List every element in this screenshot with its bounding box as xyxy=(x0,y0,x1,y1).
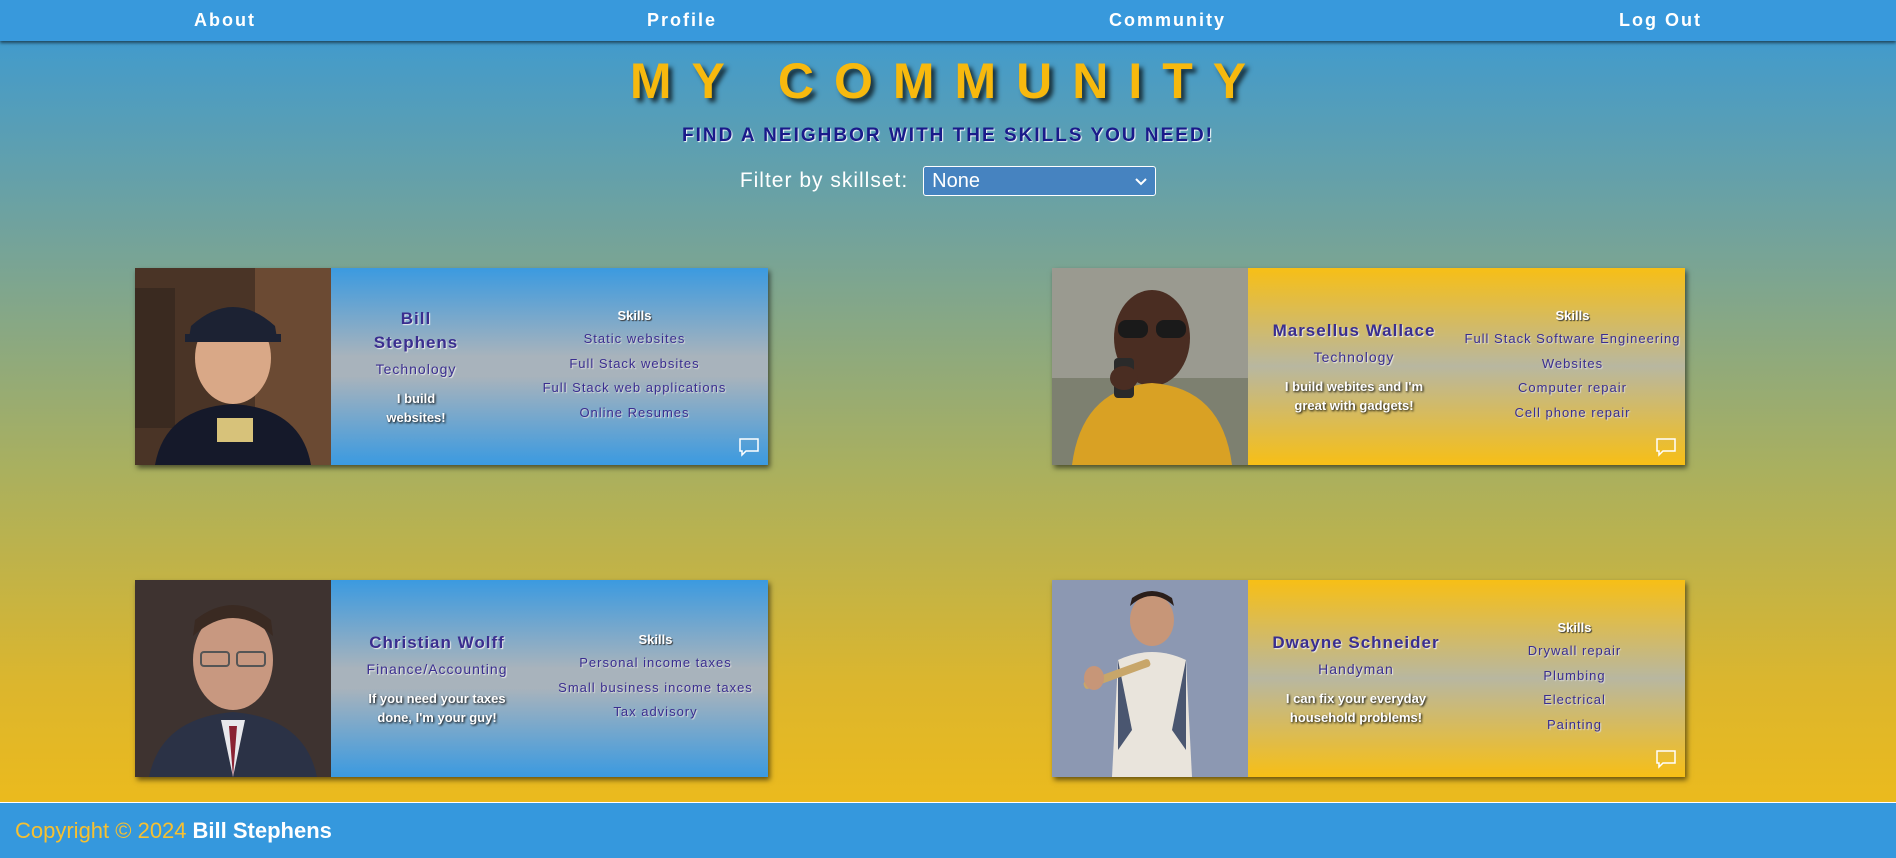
member-name: Marsellus Wallace xyxy=(1272,320,1436,340)
member-photo xyxy=(1052,268,1248,465)
nav-profile[interactable]: Profile xyxy=(647,10,717,31)
member-name: Bill Stephens xyxy=(373,308,459,352)
skill-item: Cell phone repair xyxy=(1514,404,1631,420)
top-nav: About Profile Community Log Out xyxy=(0,0,1896,41)
member-field: Technology xyxy=(1313,348,1395,365)
member-name: Dwayne Schneider xyxy=(1272,632,1440,652)
skills-title: Skills xyxy=(1555,308,1590,323)
footer-copyright: Copyright © 2024 xyxy=(15,817,187,843)
skill-item: Painting xyxy=(1547,716,1602,732)
footer: Copyright © 2024 Bill Stephens xyxy=(0,802,1896,858)
member-card-christian-wolff: Christian Wolff Finance/Accounting If yo… xyxy=(135,580,768,777)
member-skills: Skills Drywall repair Plumbing Electrica… xyxy=(1464,580,1685,777)
member-card-dwayne-schneider: Dwayne Schneider Handyman I can fix your… xyxy=(1052,580,1685,777)
skill-item: Electrical xyxy=(1543,692,1606,707)
nav-log-out[interactable]: Log Out xyxy=(1619,10,1702,31)
skill-item: Websites xyxy=(1541,355,1604,371)
skill-item: Plumbing xyxy=(1543,667,1606,683)
member-info: Bill Stephens Technology I build website… xyxy=(331,268,501,465)
member-field: Technology xyxy=(375,360,457,377)
member-skills: Skills Static websites Full Stack websit… xyxy=(501,268,768,465)
member-info: Christian Wolff Finance/Accounting If yo… xyxy=(331,580,543,777)
chat-icon[interactable] xyxy=(739,437,759,457)
member-info: Dwayne Schneider Handyman I can fix your… xyxy=(1248,580,1464,777)
skill-item: Full Stack web applications xyxy=(542,380,727,395)
member-skills: Skills Personal income taxes Small busin… xyxy=(543,580,768,777)
nav-community[interactable]: Community xyxy=(1109,10,1226,31)
member-card-marsellus-wallace: Marsellus Wallace Technology I build web… xyxy=(1052,268,1685,465)
skill-item: Computer repair xyxy=(1518,380,1627,395)
skill-item: Tax advisory xyxy=(613,704,698,720)
skill-item: Full Stack websites xyxy=(569,355,700,371)
skillset-filter-select[interactable]: None xyxy=(923,166,1157,196)
skill-item: Drywall repair xyxy=(1527,643,1622,658)
member-info: Marsellus Wallace Technology I build web… xyxy=(1248,268,1460,465)
skill-item: Online Resumes xyxy=(579,404,690,420)
member-photo xyxy=(1052,580,1248,777)
chevron-down-icon xyxy=(1135,173,1147,189)
member-photo xyxy=(135,268,331,465)
chat-icon[interactable] xyxy=(1656,749,1676,769)
member-bio: I build websites! xyxy=(386,390,446,425)
filter-row: Filter by skillset: None xyxy=(0,166,1896,196)
skill-item: Static websites xyxy=(583,331,686,346)
filter-label: Filter by skillset: xyxy=(739,169,909,192)
chat-icon[interactable] xyxy=(1656,437,1676,457)
member-skills: Skills Full Stack Software Engineering W… xyxy=(1460,268,1685,465)
member-field: Handyman xyxy=(1318,660,1394,677)
nav-about[interactable]: About xyxy=(194,10,256,31)
skillset-filter-value: None xyxy=(932,169,980,192)
skill-item: Personal income taxes xyxy=(579,655,732,671)
skill-item: Small business income taxes xyxy=(558,679,753,695)
skill-item: Full Stack Software Engineering xyxy=(1464,331,1681,346)
member-card-bill-stephens: Bill Stephens Technology I build website… xyxy=(135,268,768,465)
page-title: MY COMMUNITY xyxy=(629,53,1267,109)
member-bio: I can fix your everyday household proble… xyxy=(1285,690,1427,725)
member-field: Finance/Accounting xyxy=(366,660,508,677)
skills-title: Skills xyxy=(638,632,673,648)
skills-title: Skills xyxy=(1557,620,1592,635)
member-bio: If you need your taxes done, I'm your gu… xyxy=(368,690,506,725)
member-bio: I build webites and I'm great with gadge… xyxy=(1284,378,1424,413)
skills-title: Skills xyxy=(617,308,652,323)
member-name: Christian Wolff xyxy=(369,632,505,652)
member-photo xyxy=(135,580,331,777)
page-subtitle: FIND A NEIGHBOR WITH THE SKILLS YOU NEED… xyxy=(681,125,1215,146)
footer-author: Bill Stephens xyxy=(192,817,332,843)
